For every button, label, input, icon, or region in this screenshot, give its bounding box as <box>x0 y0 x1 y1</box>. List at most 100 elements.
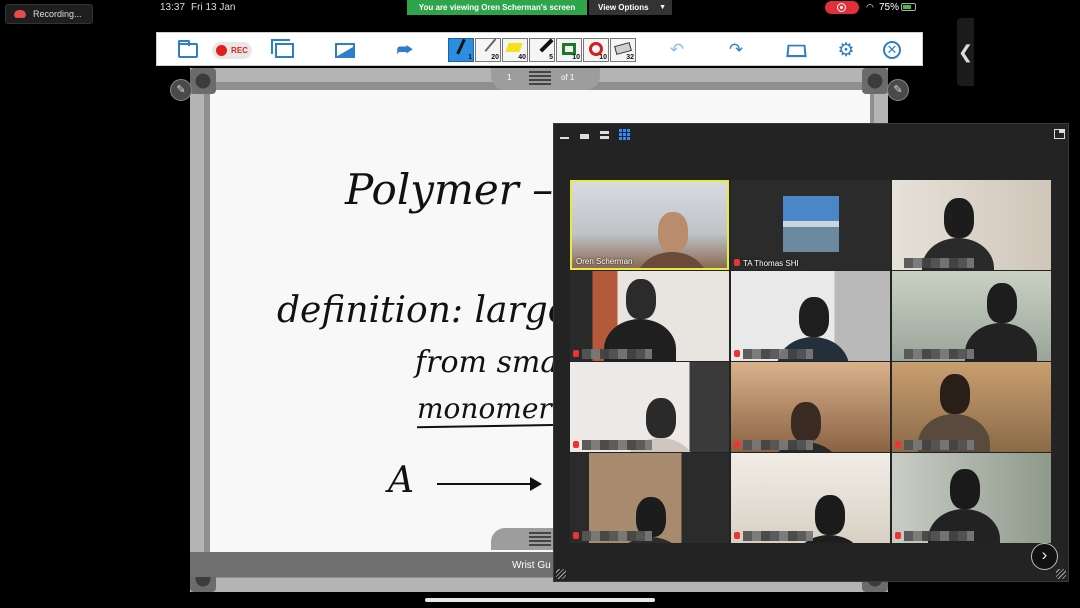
wrist-guard-label: Wrist Gu <box>512 560 551 571</box>
recording-status[interactable]: Recording... <box>5 4 93 24</box>
pen-icon <box>456 38 476 60</box>
participant-video-tile[interactable] <box>892 453 1051 543</box>
resize-handle-icon[interactable] <box>556 569 566 579</box>
rectangle-size: 10 <box>572 54 580 61</box>
participant-video-tile[interactable] <box>892 362 1051 452</box>
handwritten-reactant: A <box>388 460 414 501</box>
open-file-button[interactable] <box>177 39 199 61</box>
layers-icon <box>270 38 294 58</box>
whiteboard-view-button[interactable] <box>785 39 807 61</box>
redacted-name <box>904 349 974 359</box>
battery-level-fill <box>903 5 912 9</box>
pen-tool[interactable]: 1 <box>448 38 476 62</box>
participant-video-tile[interactable] <box>570 271 729 361</box>
clock: 13:37 <box>160 2 186 13</box>
participant-name: TA Thomas SHI <box>743 259 799 268</box>
date: Fri 13 Jan <box>191 2 236 13</box>
thumbnail-view-icon[interactable] <box>579 129 590 140</box>
settings-button[interactable]: ⚙ <box>835 39 857 61</box>
side-panel-toggle[interactable]: ❮ <box>957 18 974 86</box>
rectangle-tool[interactable]: 10 <box>556 38 582 62</box>
highlighter-icon <box>505 43 523 52</box>
minimize-icon[interactable] <box>559 129 570 140</box>
handwritten-definition: definition: large r <box>277 290 598 331</box>
gallery-view-icon[interactable] <box>619 129 630 140</box>
video-feed <box>731 453 890 543</box>
participant-face <box>799 297 829 337</box>
board-icon <box>785 44 807 57</box>
current-page: 1 <box>507 73 512 82</box>
redacted-name <box>904 258 974 268</box>
highlighter-tool[interactable]: 40 <box>502 38 528 62</box>
participant-video-tile[interactable] <box>892 180 1051 270</box>
pen-nav-icon: ✎ <box>176 84 186 96</box>
record-button[interactable]: REC <box>212 42 252 59</box>
undo-icon: ↶ <box>669 40 685 59</box>
page-indicator[interactable]: 1 of 1 <box>491 68 600 90</box>
handwritten-monomer: monomer <box>417 392 552 425</box>
participant-face <box>626 279 656 319</box>
participant-video-tile[interactable] <box>731 453 890 543</box>
gear-icon: ⚙ <box>837 39 855 61</box>
chevron-left-icon: ❮ <box>957 42 974 62</box>
redacted-name <box>582 531 652 541</box>
share-button[interactable]: ⮫ <box>394 39 416 61</box>
muted-mic-icon <box>734 441 740 448</box>
participant-face <box>646 398 676 438</box>
speaker-view-icon[interactable] <box>599 129 610 140</box>
participant-face <box>791 402 821 442</box>
close-toolbar-button[interactable]: ✕ <box>881 39 903 61</box>
frame-corner <box>190 68 216 94</box>
pen-nav-icon: ✎ <box>893 84 903 96</box>
redacted-name <box>582 440 652 450</box>
participant-video-tile[interactable]: TA Thomas SHI <box>731 180 890 270</box>
redacted-name <box>904 531 974 541</box>
participant-video-tile[interactable] <box>731 362 890 452</box>
record-dot-icon <box>216 45 228 56</box>
participant-video-tile[interactable] <box>731 271 890 361</box>
reaction-arrow <box>437 483 537 485</box>
grip-icon <box>529 532 551 546</box>
participant-face <box>944 198 974 238</box>
folder-icon <box>178 39 198 58</box>
status-bar: 13:37 Fri 13 Jan You are viewing Oren Sc… <box>0 0 1080 16</box>
next-page-button[interactable]: ✎ <box>887 79 909 101</box>
insert-image-button[interactable] <box>334 39 356 61</box>
redo-icon: ↷ <box>728 40 744 59</box>
pencil-tool[interactable]: 20 <box>475 38 506 62</box>
muted-mic-icon <box>573 532 579 539</box>
record-icon <box>837 3 846 12</box>
image-icon <box>335 42 355 58</box>
participant-video-tile[interactable]: Oren Scherman <box>570 180 729 270</box>
redacted-name <box>743 531 813 541</box>
resize-handle-icon[interactable] <box>1056 569 1066 579</box>
pencil-size: 20 <box>491 54 499 61</box>
undo-button[interactable]: ↶ <box>666 39 688 61</box>
next-gallery-page-button[interactable]: › <box>1031 543 1058 570</box>
circle-tool[interactable]: 10 <box>583 38 609 62</box>
previous-page-button[interactable]: ✎ <box>170 79 192 101</box>
participant-video-tile[interactable] <box>570 362 729 452</box>
screen-recording-indicator[interactable] <box>825 1 859 14</box>
wifi-icon: ◠ <box>866 2 874 12</box>
participant-video-tile[interactable] <box>892 271 1051 361</box>
recording-label: Recording... <box>33 9 82 19</box>
redo-button[interactable]: ↷ <box>725 39 747 61</box>
participant-name: Oren Scherman <box>576 257 633 266</box>
layers-button[interactable] <box>270 38 295 61</box>
redacted-name <box>743 440 813 450</box>
muted-mic-icon <box>734 350 740 357</box>
highlighter-size: 40 <box>518 54 526 61</box>
cloud-record-icon <box>14 10 26 18</box>
close-icon: ✕ <box>883 41 901 59</box>
view-options-button[interactable]: View Options ▼ <box>589 0 672 15</box>
muted-mic-icon <box>895 532 901 539</box>
chevron-right-icon: › <box>1041 545 1048 564</box>
pop-out-icon[interactable] <box>1054 129 1065 139</box>
muted-mic-icon <box>734 532 740 539</box>
marker-tool[interactable]: 5 <box>529 38 561 62</box>
participant-face <box>987 283 1017 323</box>
eraser-tool[interactable]: 32 <box>610 38 636 62</box>
participant-video-tile[interactable] <box>570 453 729 543</box>
home-indicator[interactable] <box>425 598 655 602</box>
